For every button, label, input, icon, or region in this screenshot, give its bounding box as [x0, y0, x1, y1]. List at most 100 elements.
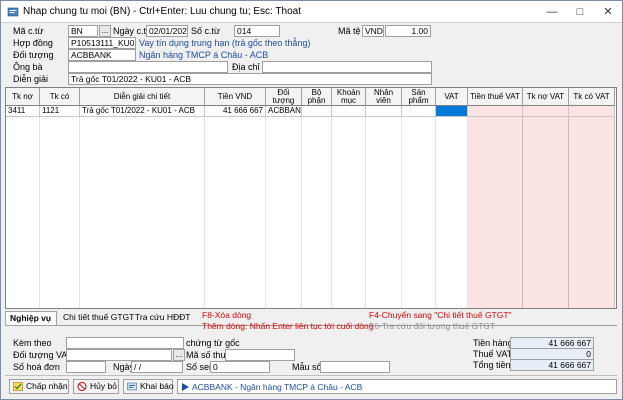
mau-so-input[interactable]: [320, 361, 390, 373]
vat-tax-column-bg: [468, 106, 523, 308]
cell-tk-no[interactable]: 3411: [6, 106, 40, 117]
app-icon: [7, 7, 19, 17]
accept-icon: [13, 382, 23, 391]
doi-tuong-input[interactable]: ACBBANK: [68, 49, 136, 61]
cell-tk-co[interactable]: 1121: [40, 106, 80, 117]
kem-theo-label: Kèm theo: [13, 338, 52, 348]
col-header-san-pham[interactable]: Sản phẩm: [402, 88, 436, 106]
cell-khoan-muc[interactable]: [332, 106, 366, 117]
ngay-input[interactable]: / /: [131, 361, 183, 373]
close-icon: ✕: [603, 6, 613, 18]
hop-dong-input[interactable]: P10513111_KU01: [68, 37, 136, 49]
main-window: Nhap chung tu moi (BN) - Ctrl+Enter: Luu…: [0, 0, 623, 400]
cell-tien-vnd[interactable]: 41 666 667: [205, 106, 266, 117]
cell-tien-thue-vat[interactable]: [468, 106, 523, 117]
col-header-nhan-vien[interactable]: Nhân viên: [366, 88, 402, 106]
tong-tien-value: 41 666 667: [510, 359, 594, 371]
chap-nhan-button[interactable]: Chấp nhận: [9, 379, 69, 394]
doi-tuong-label: Đối tượng: [13, 50, 54, 60]
col-header-khoan-muc[interactable]: Khoản mục: [332, 88, 366, 106]
kem-theo-input[interactable]: [66, 337, 184, 349]
vat-credit-column-bg: [569, 106, 615, 308]
ngay-ct-input[interactable]: 02/01/2022: [146, 25, 188, 37]
ong-ba-label: Ông bà: [13, 62, 43, 72]
col-header-bo-phan[interactable]: Bộ phận: [302, 88, 332, 106]
cell-doi-tuong[interactable]: ACBBANK: [266, 106, 302, 117]
col-header-tk-co[interactable]: Tk có: [40, 88, 80, 106]
col-line: [402, 106, 436, 308]
cell-tk-co-vat[interactable]: [569, 106, 615, 117]
window-title: Nhap chung tu moi (BN) - Ctrl+Enter: Luu…: [23, 6, 302, 17]
col-line: [6, 106, 40, 308]
entry-grid[interactable]: Tk nợ Tk có Diễn giải chi tiết Tiền VND …: [5, 87, 617, 309]
doi-tuong-desc: Ngân hàng TMCP á Châu - ACB: [139, 50, 269, 60]
chung-tu-goc-label: chứng từ gốc: [186, 338, 240, 348]
dien-giai-input[interactable]: Trả gốc T01/2022 - KU01 - ACB: [68, 73, 432, 85]
hop-dong-label: Hợp đồng: [13, 38, 53, 48]
doi-tuong-vat-label: Đối tượng VAT: [13, 350, 73, 360]
so-hoa-don-input[interactable]: [66, 361, 106, 373]
tab-chi-tiet-thue-gtgt[interactable]: Chi tiết thuế GTGT: [59, 311, 134, 325]
tong-tien-label: Tổng tiền: [473, 360, 511, 370]
khai-bao-button[interactable]: Khai báo: [123, 379, 174, 394]
col-line: [205, 106, 266, 308]
ma-so-thue-input[interactable]: [225, 349, 295, 361]
col-header-tk-no-vat[interactable]: Tk nợ VAT: [523, 88, 569, 106]
ma-so-thue-label: Mã số thuế: [186, 350, 231, 360]
ma-ct-input[interactable]: BN: [68, 25, 98, 37]
declare-icon: [127, 382, 137, 391]
doi-tuong-vat-input[interactable]: [66, 349, 172, 361]
so-ct-input[interactable]: 014: [234, 25, 280, 37]
col-line: [40, 106, 80, 308]
status-arrow-icon: [182, 383, 189, 391]
ong-ba-input[interactable]: [68, 61, 228, 73]
vat-debit-column-bg: [523, 106, 569, 308]
huy-bo-button[interactable]: Hủy bỏ: [73, 379, 119, 394]
col-header-tien-vnd[interactable]: Tiền VND: [205, 88, 266, 106]
so-seri-input[interactable]: 0: [210, 361, 270, 373]
tab-nghiep-vu[interactable]: Nghiệp vụ: [5, 311, 57, 325]
dien-giai-label: Diễn giải: [13, 74, 49, 84]
col-header-vat[interactable]: VAT: [436, 88, 468, 106]
col-line: [436, 106, 468, 308]
cancel-icon: [77, 382, 87, 391]
hop-dong-desc: Vay tín dụng trung hạn (trả gốc theo thẳ…: [139, 38, 311, 48]
dia-chi-label: Địa chỉ: [232, 62, 260, 72]
status-box: ACBBANK - Ngân hàng TMCP á Châu - ACB: [177, 379, 617, 394]
col-header-dien-giai[interactable]: Diễn giải chi tiết: [80, 88, 205, 106]
col-line: [302, 106, 332, 308]
tab-tra-cuu-hddt[interactable]: Tra cứu HĐĐT: [131, 311, 191, 325]
col-header-tk-co-vat[interactable]: Tk có VAT: [569, 88, 615, 106]
minimize-icon: —: [546, 6, 558, 18]
ty-gia-input[interactable]: 1.00: [385, 25, 431, 37]
cell-tk-no-vat[interactable]: [523, 106, 569, 117]
cell-dien-giai[interactable]: Trả gốc T01/2022 - KU01 - ACB: [80, 106, 205, 117]
doi-tuong-vat-browse-button[interactable]: ...: [173, 349, 185, 361]
close-button[interactable]: ✕: [594, 1, 622, 23]
ma-ct-browse-button[interactable]: ...: [99, 25, 111, 37]
cell-san-pham[interactable]: [402, 106, 436, 117]
minimize-button[interactable]: —: [538, 1, 566, 23]
maximize-button[interactable]: □: [566, 1, 594, 23]
hint-them-dong: Thêm dòng: Nhấn Enter liên tục tới cuối …: [202, 321, 374, 331]
col-header-tien-thue-vat[interactable]: Tiền thuế VAT: [468, 88, 523, 106]
col-header-tk-no[interactable]: Tk nợ: [6, 88, 40, 106]
ma-te-label: Mã tệ: [338, 26, 361, 36]
col-line: [332, 106, 366, 308]
cell-bo-phan[interactable]: [302, 106, 332, 117]
footer-divider: [5, 375, 617, 376]
col-line: [80, 106, 205, 308]
dia-chi-input[interactable]: [262, 61, 432, 73]
hint-f6: F6-Tra cứu đối tượng thuế GTGT: [369, 321, 496, 331]
ma-ct-label: Mã c.từ: [13, 26, 44, 36]
col-header-doi-tuong[interactable]: Đối tượng: [266, 88, 302, 106]
title-bar: Nhap chung tu moi (BN) - Ctrl+Enter: Luu…: [1, 1, 622, 23]
ma-te-input[interactable]: VND: [362, 25, 384, 37]
khai-bao-label: Khai báo: [140, 381, 174, 391]
so-ct-label: Số c.từ: [191, 26, 221, 36]
status-text: ACBBANK - Ngân hàng TMCP á Châu - ACB: [192, 382, 363, 392]
cell-vat-selected[interactable]: [436, 106, 468, 117]
so-hoa-don-label: Số hoá đơn: [13, 362, 60, 372]
col-line: [366, 106, 402, 308]
cell-nhan-vien[interactable]: [366, 106, 402, 117]
